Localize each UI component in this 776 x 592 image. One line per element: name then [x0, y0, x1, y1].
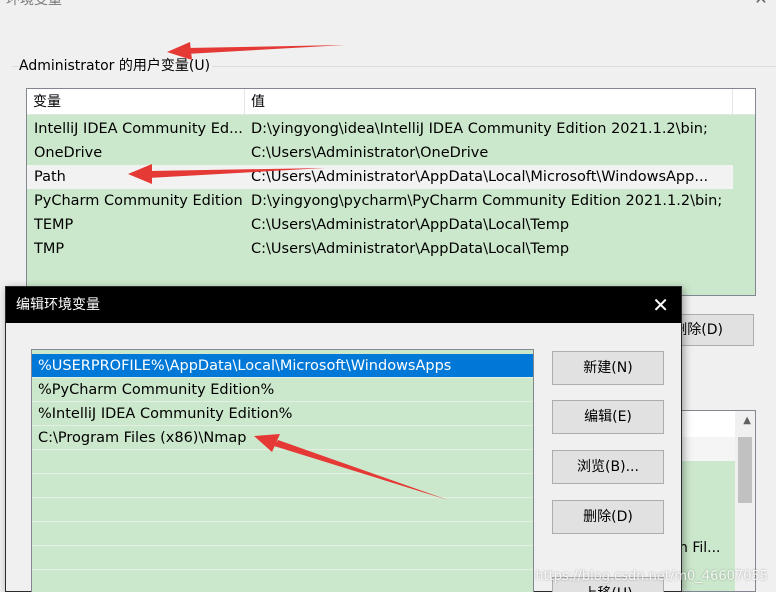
window-title: 环境变量 [6, 0, 62, 8]
scrollbar[interactable]: ▲ [735, 411, 755, 591]
close-icon[interactable]: ✕ [652, 287, 669, 323]
list-header: 变量 值 [27, 89, 755, 115]
column-header-name[interactable]: 变量 [27, 89, 245, 115]
path-entry-empty[interactable] [32, 498, 533, 522]
list-item[interactable] [677, 437, 735, 461]
path-entry[interactable]: C:\Program Files (x86)\Nmap [32, 426, 533, 450]
column-header-value[interactable]: 值 [245, 89, 733, 115]
variable-value: D:\yingyong\pycharm\PyCharm Community Ed… [251, 193, 723, 209]
variable-value: D:\yingyong\idea\IntelliJ IDEA Community… [251, 121, 708, 137]
dialog-titlebar: 编辑环境变量 ✕ [6, 287, 681, 323]
path-entries-list[interactable]: %USERPROFILE%\AppData\Local\Microsoft\Wi… [31, 349, 534, 592]
path-entry-empty[interactable] [32, 570, 533, 592]
variable-name: TEMP [34, 217, 74, 233]
variable-name: TMP [34, 241, 65, 257]
path-entry-selected[interactable]: %USERPROFILE%\AppData\Local\Microsoft\Wi… [32, 354, 533, 378]
edit-environment-variable-dialog: 编辑环境变量 ✕ %USERPROFILE%\AppData\Local\Mic… [5, 286, 682, 592]
new-button[interactable]: 新建(N) [552, 351, 664, 385]
scroll-up-arrow-icon[interactable]: ▲ [743, 415, 751, 426]
variable-name: PyCharm Community Edition [34, 193, 243, 209]
path-entry[interactable]: %IntelliJ IDEA Community Edition% [32, 402, 533, 426]
user-variables-group-label: Administrator 的用户变量(U) [19, 56, 213, 76]
path-entry-empty[interactable] [32, 522, 533, 546]
path-entry-empty[interactable] [32, 450, 533, 474]
browse-button[interactable]: 浏览(B)... [552, 450, 664, 484]
system-variables-list[interactable]: n Fil... ▲ [676, 410, 756, 592]
table-row[interactable]: TMP C:\Users\Administrator\AppData\Local… [27, 237, 733, 261]
table-row[interactable]: PyCharm Community Edition D:\yingyong\py… [27, 189, 733, 213]
path-entry-empty[interactable] [32, 474, 533, 498]
table-row[interactable]: TEMP C:\Users\Administrator\AppData\Loca… [27, 213, 733, 237]
variable-value: C:\Users\Administrator\AppData\Local\Tem… [251, 241, 570, 257]
path-entry-empty[interactable] [32, 546, 533, 570]
close-icon[interactable]: ✕ [752, 0, 770, 8]
variable-name: IntelliJ IDEA Community Ed... [34, 121, 243, 137]
variable-value: C:\Users\Administrator\AppData\Local\Tem… [251, 217, 570, 233]
path-entry[interactable]: %PyCharm Community Edition% [32, 378, 533, 402]
edit-button[interactable]: 编辑(E) [552, 400, 664, 434]
scrollbar-thumb[interactable] [738, 437, 752, 503]
variable-name: Path [34, 169, 66, 185]
delete-button[interactable]: 删除(D) [552, 500, 664, 534]
table-row[interactable]: IntelliJ IDEA Community Ed... D:\yingyon… [27, 117, 733, 141]
variable-value: C:\Users\Administrator\AppData\Local\Mic… [251, 169, 709, 185]
table-row[interactable]: OneDrive C:\Users\Administrator\OneDrive [27, 141, 733, 165]
variable-name: OneDrive [34, 145, 103, 161]
variable-value: C:\Users\Administrator\OneDrive [251, 145, 489, 161]
dialog-title: 编辑环境变量 [16, 297, 100, 313]
window-titlebar: 环境变量 ✕ [0, 0, 776, 22]
user-variables-list[interactable]: 变量 值 IntelliJ IDEA Community Ed... D:\yi… [26, 88, 756, 296]
table-row-selected[interactable]: Path C:\Users\Administrator\AppData\Loca… [27, 165, 733, 189]
list-item-text: n Fil... [679, 540, 721, 556]
watermark-text: https://blog.csdn.net/m0_46607055 [535, 569, 768, 584]
